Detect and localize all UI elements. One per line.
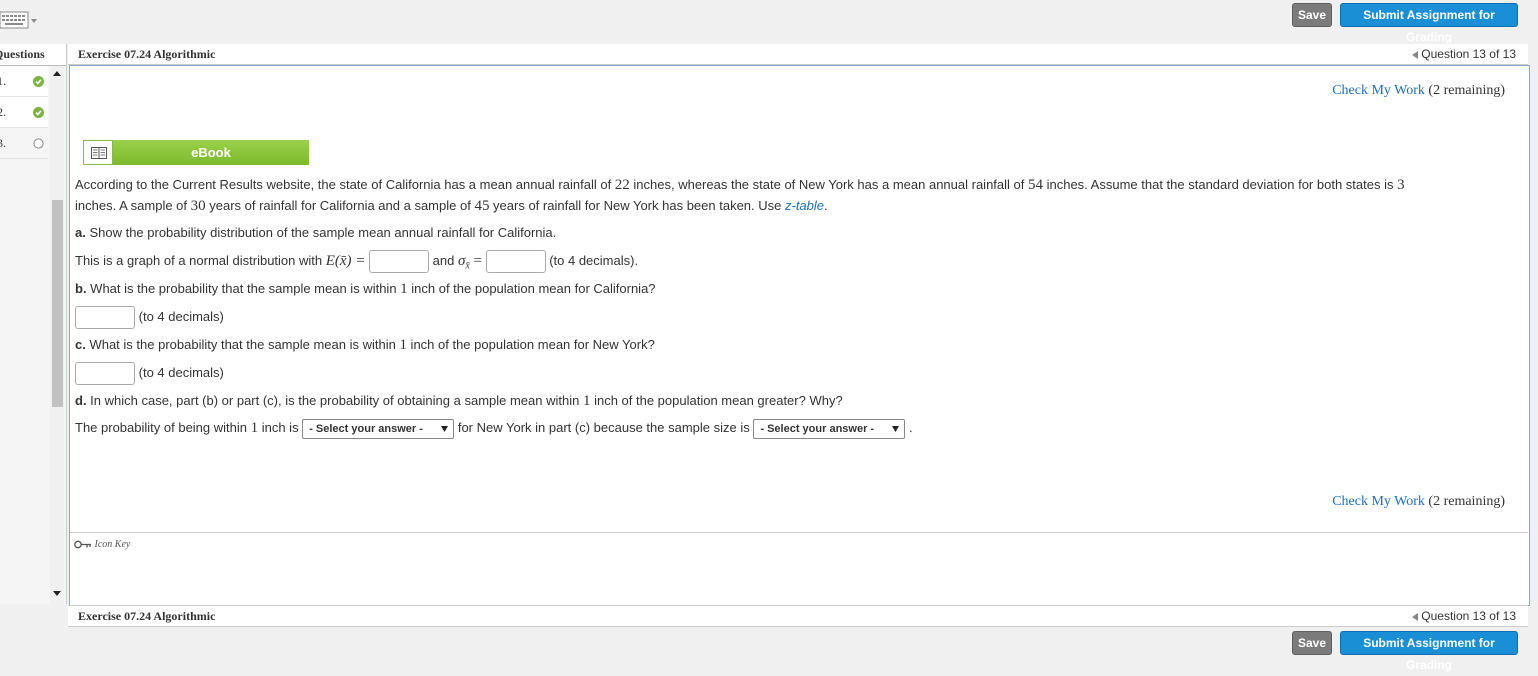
part-c-input[interactable] (75, 362, 135, 386)
select-sample-size-dropdown[interactable]: - Select your answer - (753, 418, 906, 439)
exercise-title: Exercise 07.24 Algorithmic (78, 609, 216, 623)
part-a-answer-line: This is a graph of a normal distribution… (75, 248, 638, 274)
divider (70, 532, 1528, 533)
part-c-answer-line: (to 4 decimals) (75, 360, 224, 386)
ebook-label: eBook (113, 140, 309, 165)
keyboard-icon[interactable] (0, 10, 37, 32)
part-b-input[interactable] (75, 306, 135, 330)
part-b-answer-line: (to 4 decimals) (75, 304, 224, 330)
part-b-question: b. What is the probability that the samp… (75, 281, 656, 297)
check-my-work-bottom: Check My Work (2 remaining) (1332, 494, 1505, 509)
submit-assignment-button[interactable]: Submit Assignment for Grading (1340, 3, 1518, 44)
z-table-link[interactable]: z-table (785, 198, 824, 213)
chevron-down-icon (31, 19, 37, 23)
sidebar-item-1[interactable]: 1. (0, 66, 48, 97)
save-button[interactable]: Save (1292, 3, 1332, 27)
icon-key[interactable]: Icon Key (74, 539, 130, 550)
dropdown-arrow-icon (892, 425, 900, 432)
sidebar-item-2[interactable]: 2. (0, 97, 48, 128)
caret-left-icon (1411, 50, 1418, 59)
part-a-question: a. Show the probability distribution of … (75, 225, 557, 240)
check-my-work-link[interactable]: Check My Work (1332, 494, 1425, 509)
save-button-bottom[interactable]: Save (1292, 631, 1332, 655)
caret-left-icon (1411, 612, 1418, 621)
question-counter[interactable]: Question 13 of 13 (1411, 44, 1516, 64)
problem-statement: According to the Current Results website… (75, 177, 1405, 193)
check-my-work-top: Check My Work (2 remaining) (1332, 83, 1505, 98)
part-c-question: c. What is the probability that the samp… (75, 337, 655, 353)
exercise-header: Exercise 07.24 Algorithmic Question 13 o… (68, 44, 1528, 65)
scroll-up-arrow-icon[interactable] (53, 71, 61, 77)
part-d-answer-line: The probability of being within 1 inch i… (75, 416, 913, 440)
check-my-work-link[interactable]: Check My Work (1332, 83, 1425, 98)
expectation-input[interactable] (369, 250, 430, 274)
dropdown-arrow-icon (441, 425, 449, 432)
submit-assignment-button-bottom[interactable]: Submit Assignment for Grading (1340, 631, 1518, 672)
ebook-icon-box (83, 140, 113, 165)
book-icon (91, 147, 107, 159)
select-probability-dropdown[interactable]: - Select your answer - (302, 418, 455, 439)
exercise-title: Exercise 07.24 Algorithmic (78, 47, 216, 61)
exercise-footer: Exercise 07.24 Algorithmic Question 13 o… (68, 605, 1528, 627)
part-d-question: d. In which case, part (b) or part (c), … (75, 393, 843, 409)
key-icon (74, 540, 91, 549)
scroll-down-arrow-icon[interactable] (53, 591, 61, 597)
sidebar-item-3[interactable]: 3. (0, 128, 48, 159)
check-circle-icon (33, 107, 44, 118)
ebook-button[interactable]: eBook (83, 140, 309, 165)
problem-statement-line-2: inches. A sample of 30 years of rainfall… (75, 198, 828, 214)
sidebar-header: Questions (0, 44, 66, 66)
sigma-input[interactable] (485, 250, 546, 274)
check-circle-icon (33, 76, 44, 87)
empty-circle-icon (33, 138, 44, 149)
question-counter[interactable]: Question 13 of 13 (1411, 606, 1516, 626)
sidebar-scroll-thumb[interactable] (52, 200, 63, 407)
